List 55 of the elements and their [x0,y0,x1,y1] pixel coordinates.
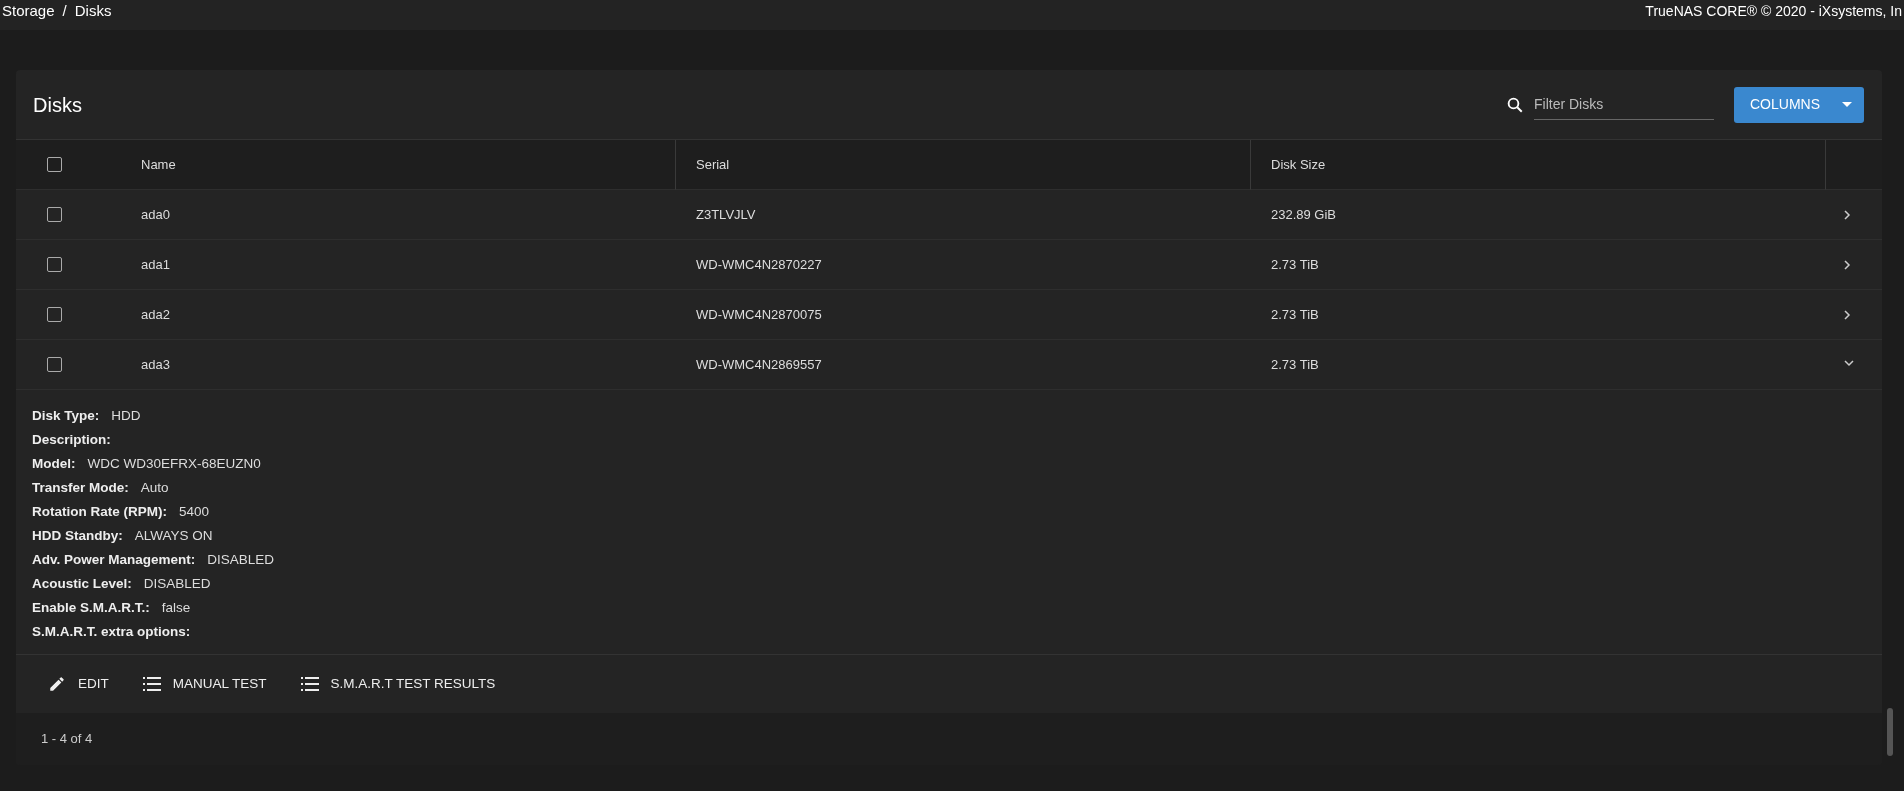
table-cell-text: Z3TLVJLV [695,205,756,224]
list-icon [300,677,319,691]
detail-value: WDC WD30EFRX-68EUZN0 [87,455,261,473]
detail-value: 5400 [179,503,210,521]
copyright-text: TrueNAS CORE® © 2020 - iXsystems, In [1645,1,1902,21]
breadcrumb-link[interactable]: Storage [2,0,55,23]
table-cell-text: ada3 [140,355,170,374]
detail-label: Adv. Power Management: [32,551,196,569]
row-checkbox[interactable] [47,257,62,272]
detail-label: Rotation Rate (RPM): [32,503,167,521]
table-cell-text: ada2 [140,305,170,324]
detail-label: Acoustic Level: [32,575,132,593]
scrollbar-thumb[interactable] [1887,708,1893,756]
select-all-checkbox[interactable] [47,157,62,172]
search-icon [1506,95,1524,114]
detail-value: HDD [111,407,141,425]
detail-value: Auto [140,479,169,497]
columns-button[interactable]: COLUMNS [1734,86,1864,123]
table-cell-text: ada1 [140,255,170,274]
detail-label: Description: [32,431,111,449]
detail-value: DISABLED [143,575,211,593]
detail-label: Transfer Mode: [32,479,129,497]
filter-field[interactable]: Filter Disks [1534,89,1714,120]
detail-label: Disk Type: [32,407,100,425]
detail-label: S.M.A.R.T. extra options: [32,623,191,641]
detail-label: HDD Standby: [32,527,123,545]
detail-value: false [161,599,191,617]
table-cell-text: ada0 [140,205,170,224]
breadcrumb-link[interactable]: Disks [74,0,112,23]
column-header: Disk Size [1270,155,1326,174]
action-button[interactable]: MANUAL TEST [142,673,267,695]
pencil-icon [48,675,66,693]
table-cell-text: 2.73 TiB [1270,255,1319,274]
detail-value: DISABLED [207,551,275,569]
action-button[interactable]: S.M.A.R.T TEST RESULTS [300,673,496,695]
caret-icon [1842,101,1852,108]
table-cell-text: WD-WMC4N2870075 [695,305,822,324]
table-cell-text: 2.73 TiB [1270,355,1319,374]
breadcrumb-separator: / [62,0,67,21]
detail-value: ALWAYS ON [134,527,213,545]
row-checkbox[interactable] [47,207,62,222]
row-checkbox[interactable] [47,307,62,322]
detail-label: Model: [32,455,76,473]
column-header: Name [140,155,176,174]
detail-label: Enable S.M.A.R.T.: [32,599,150,617]
table-cell-text: 2.73 TiB [1270,305,1319,324]
paginator-range: 1 - 4 of 4 [41,730,93,749]
row-checkbox[interactable] [47,357,62,372]
edit-button[interactable]: EDIT [48,673,109,695]
table-cell-text: WD-WMC4N2870227 [695,255,822,274]
list-icon [142,677,161,691]
table-cell-text: 232.89 GiB [1270,205,1337,224]
card-title: Disks [33,92,83,117]
column-header: Serial [695,155,730,174]
table-cell-text: WD-WMC4N2869557 [695,355,822,374]
